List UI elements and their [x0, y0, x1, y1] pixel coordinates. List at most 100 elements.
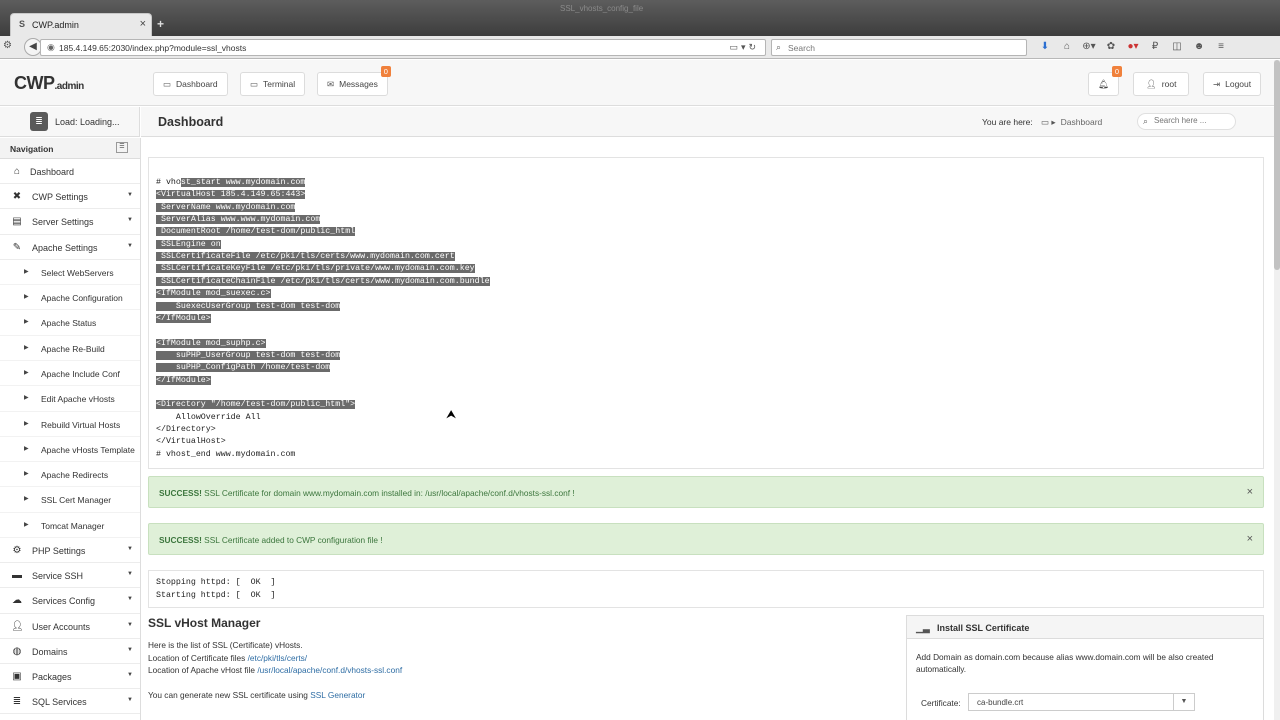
terminal-button[interactable]: ▭ Terminal: [240, 72, 306, 96]
chevron-down-icon: ▼: [127, 192, 133, 199]
database-icon: ≣: [30, 112, 48, 131]
chat-icon[interactable]: ☻: [1188, 41, 1210, 52]
sidebar-sub-tomcat-manager[interactable]: ▶ Tomcat Manager: [0, 513, 140, 539]
certificate-select[interactable]: ca-bundle.crt ▼: [968, 693, 1195, 711]
sidebar-item-user-accounts[interactable]: 👤︎ User Accounts ▼: [0, 614, 140, 639]
config-line: DocumentRoot /home/test-dom/public_html: [156, 226, 356, 237]
config-selected-text: <IfModule mod_suexec.c>: [156, 289, 271, 299]
sidebar-sub-apache-include-conf[interactable]: ▶ Apache Include Conf: [0, 361, 140, 387]
adblock-icon[interactable]: ●▾: [1122, 41, 1144, 52]
certificate-label: Certificate:: [921, 698, 961, 708]
close-icon[interactable]: ×: [1247, 486, 1253, 498]
success-alert-added: SUCCESS! SSL Certificate added to CWP co…: [148, 523, 1264, 555]
site-info-icon[interactable]: ◉: [47, 42, 55, 53]
bookmark-icon[interactable]: ◫: [1166, 41, 1188, 52]
sidebar-sub-apache-redirects[interactable]: ▶ Apache Redirects: [0, 462, 140, 488]
sidebar-sub-apache-rebuild[interactable]: ▶ Apache Re-Build: [0, 336, 140, 361]
caret-right-icon: ▶: [24, 268, 29, 275]
browser-navbar: ⚙ ◀ ◉ 185.4.149.65:2030/index.php?module…: [0, 36, 1280, 59]
messages-button[interactable]: ✉ Messages 0: [317, 66, 391, 96]
page-scrollbar[interactable]: [1274, 60, 1280, 720]
url-text: 185.4.149.65:2030/index.php?module=ssl_v…: [59, 43, 247, 53]
tab-title: CWP.admin: [32, 20, 79, 30]
chevron-down-icon: ▼: [127, 242, 133, 249]
sidebar-item-packages[interactable]: ▣ Packages ▼: [0, 664, 140, 690]
page-search-input[interactable]: [1154, 116, 1232, 125]
install-ssl-panel: ▁▃ Install SSL Certificate Add Domain as…: [906, 615, 1264, 720]
config-selected-text: ServerName www.mydomain.com: [156, 202, 296, 212]
addon-icon[interactable]: ⊕▾: [1078, 41, 1100, 52]
config-line: SSLCertificateKeyFile /etc/pki/tls/priva…: [156, 263, 475, 274]
config-text: AllowOverride All: [156, 412, 261, 422]
logout-button[interactable]: ⇥ Logout: [1203, 72, 1262, 96]
sidebar-item-sql-services[interactable]: ≣ SQL Services ▼: [0, 689, 140, 715]
wrench-icon: ✖: [12, 191, 22, 203]
browser-titlebar: SSL_vhosts_config_file S CWP.admin × +: [0, 0, 1280, 36]
chevron-down-icon: ▼: [127, 646, 133, 653]
sidebar-sub-edit-apache-vhosts[interactable]: ▶ Edit Apache vHosts: [0, 386, 140, 412]
ssl-generator-link[interactable]: SSL Generator: [310, 690, 365, 700]
sidebar-sub-rebuild-virtual-hosts[interactable]: ▶ Rebuild Virtual Hosts: [0, 412, 140, 437]
new-tab-icon[interactable]: +: [157, 17, 164, 31]
sidebar-item-server-settings[interactable]: ▤ Server Settings ▼: [0, 209, 140, 235]
config-selected-text: </IfModule>: [156, 313, 211, 323]
notifications-button[interactable]: 🔔︎ 0: [1088, 66, 1122, 96]
scrollbar-thumb[interactable]: [1274, 60, 1280, 270]
home-icon[interactable]: ⌂: [1056, 41, 1078, 52]
config-line: <VirtualHost 185.4.149.65:443>: [156, 189, 306, 200]
sidebar-item-apache-settings[interactable]: ✎ Apache Settings ▼: [0, 235, 140, 260]
sidebar-item-services-config[interactable]: ☁ Services Config ▼: [0, 588, 140, 614]
browser-tab[interactable]: S CWP.admin ×: [10, 13, 152, 36]
config-selected-text: SSLCertificateChainFile /etc/pki/tls/cer…: [156, 276, 490, 286]
close-icon[interactable]: ×: [1247, 533, 1253, 545]
chevron-down-icon: ▼: [127, 697, 133, 704]
close-tab-icon[interactable]: ×: [140, 18, 146, 30]
sidebar-item-domains[interactable]: ◍ Domains ▼: [0, 639, 140, 664]
sidebar-sub-select-webservers[interactable]: ▶ Select WebServers: [0, 260, 140, 286]
config-line: # vhost_start www.mydomain.com: [156, 177, 306, 188]
caret-right-icon: ▶: [24, 319, 29, 326]
sidebar-sub-apache-configuration[interactable]: ▶ Apache Configuration: [0, 285, 140, 311]
breadcrumb-label: You are here:: [982, 117, 1033, 127]
httpd-start-line: Starting httpd: [ OK ]: [156, 591, 276, 600]
sidebar-item-php-settings[interactable]: ⚙ PHP Settings ▼: [0, 538, 140, 564]
certificate-value: ca-bundle.crt: [977, 698, 1024, 707]
download-icon[interactable]: ⬇: [1034, 41, 1056, 52]
vhost-file-link[interactable]: /usr/local/apache/conf.d/vhosts-ssl.conf: [257, 665, 402, 675]
server-icon: ▤: [12, 216, 22, 228]
caret-right-icon: ▶: [24, 445, 29, 452]
server-load-indicator: ≣ Load: Loading...: [0, 107, 140, 137]
load-label: Load: Loading...: [55, 117, 120, 127]
sidebar-sub-ssl-cert-manager[interactable]: ▶ SSL Cert Manager: [0, 487, 140, 513]
address-bar[interactable]: ◉ 185.4.149.65:2030/index.php?module=ssl…: [40, 39, 766, 56]
sidebar-item-dashboard[interactable]: ⌂ Dashboard: [0, 159, 140, 185]
extension-icon[interactable]: ✿: [1100, 41, 1122, 52]
sidebar-item-service-ssh[interactable]: ▬ Service SSH ▼: [0, 563, 140, 589]
dashboard-button[interactable]: ▭ Dashboard: [153, 72, 228, 96]
sidebar-sub-apache-status[interactable]: ▶ Apache Status: [0, 310, 140, 336]
config-line: </IfModule>: [156, 313, 211, 324]
chevron-down-icon: ▼: [127, 621, 133, 628]
sidebar-item-cwp-settings[interactable]: ✖ CWP Settings ▼: [0, 184, 140, 210]
sidebar-toggle-icon[interactable]: ☰: [116, 142, 128, 153]
user-menu-button[interactable]: 👤︎ root: [1133, 72, 1190, 96]
envelope-icon: ✉: [327, 79, 335, 89]
config-line: </Directory>: [156, 424, 216, 435]
reload-icon[interactable]: ▭▾↻: [729, 42, 759, 53]
config-selected-text: DocumentRoot /home/test-dom/public_html: [156, 227, 356, 237]
monitor-icon: ▭: [163, 79, 172, 89]
browser-search-bar[interactable]: ⌕ Search: [771, 39, 1027, 56]
gear-icon: ⚙: [12, 545, 22, 557]
breadcrumb[interactable]: ▭ ▸ Dashboard: [1041, 117, 1102, 128]
browser-search-placeholder: Search: [788, 43, 815, 53]
menu-icon[interactable]: ≡: [1210, 41, 1232, 52]
ssl-generator-note: You can generate new SSL certificate usi…: [148, 689, 366, 700]
page-search[interactable]: ⌕: [1137, 113, 1236, 130]
logo: CWP.admin: [14, 73, 84, 93]
success-alert-installed: SUCCESS! SSL Certificate for domain www.…: [148, 476, 1264, 508]
pocket-icon[interactable]: ₽: [1144, 41, 1166, 52]
sidebar-sub-apache-vhosts-template[interactable]: ▶ Apache vHosts Template: [0, 437, 140, 463]
cert-location: Location of Certificate files /etc/pki/t…: [148, 652, 308, 663]
cert-location-link[interactable]: /etc/pki/tls/certs/: [248, 653, 307, 663]
cloud-icon: ☁: [12, 595, 22, 607]
